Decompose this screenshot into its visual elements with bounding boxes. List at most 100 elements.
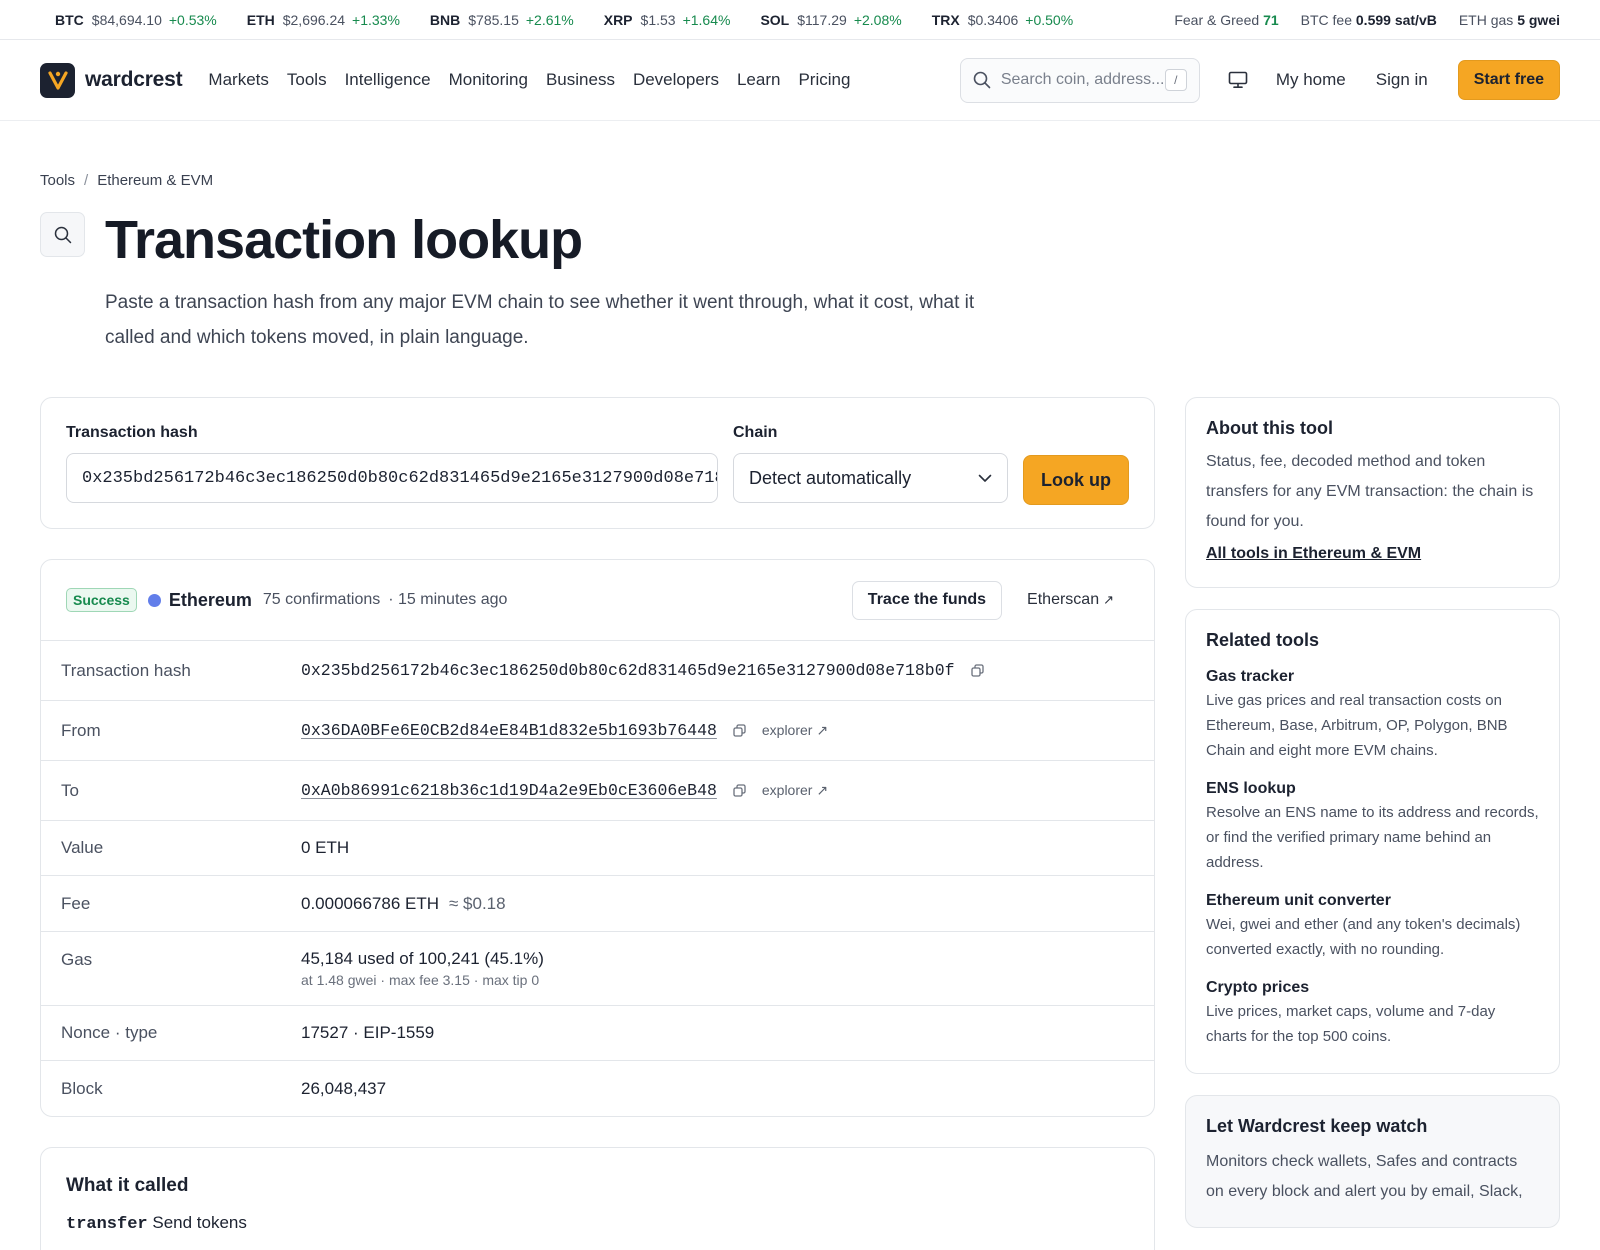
ticker-item-bnb[interactable]: BNB $785.15 +2.61%	[430, 12, 574, 28]
brand-name: wardcrest	[85, 68, 183, 91]
ticker-symbol: XRP	[603, 11, 633, 28]
ticker-item-sol[interactable]: SOL $117.29 +2.08%	[760, 12, 901, 28]
breadcrumb-tools[interactable]: Tools	[40, 172, 75, 189]
transaction-result: Success Ethereum 75 confirmations · 15 m…	[40, 559, 1155, 1117]
look-up-button[interactable]: Look up	[1023, 455, 1129, 505]
search-input[interactable]	[1000, 71, 1165, 89]
sidebar: About this tool Status, fee, decoded met…	[1185, 397, 1560, 1250]
search-icon	[973, 71, 991, 89]
to-explorer-link[interactable]: explorer ↗	[762, 782, 828, 799]
etherscan-label: Etherscan	[1027, 591, 1100, 608]
tool-description: Resolve an ENS name to its address and r…	[1206, 804, 1539, 871]
ticker-symbol: BTC	[55, 11, 84, 28]
site-header: wardcrest Markets Tools Intelligence Mon…	[0, 40, 1600, 121]
btc-fee-label: BTC fee	[1300, 11, 1352, 28]
ticker-symbol: BNB	[429, 11, 461, 28]
site-search[interactable]: /	[959, 57, 1200, 103]
detail-label: Value	[61, 838, 104, 857]
nav-markets[interactable]: Markets	[208, 70, 268, 90]
nav-tools[interactable]: Tools	[287, 70, 327, 90]
ticker-change: +2.61%	[525, 11, 574, 28]
detail-row-nonce: Nonce · type 17527 · EIP-1559	[41, 1006, 1154, 1061]
nav-intelligence[interactable]: Intelligence	[345, 70, 431, 90]
about-text: Status, fee, decoded method and token tr…	[1206, 453, 1534, 530]
called-method: transfer Send tokens	[66, 1213, 1129, 1234]
explorer-label: explorer	[761, 782, 813, 798]
detail-row-value: Value 0 ETH	[41, 821, 1154, 876]
chain-label: Chain	[733, 424, 778, 441]
ticker-price: $117.29	[797, 11, 847, 28]
related-tool-unit-converter[interactable]: Ethereum unit converter Wei, gwei and et…	[1206, 892, 1539, 962]
gas-detail: at 1.48 gwei · max fee 3.15 · max tip 0	[301, 972, 540, 988]
fear-greed-label: Fear & Greed	[1174, 11, 1260, 28]
chain-select[interactable]: Detect automatically	[733, 453, 1008, 503]
related-title: Related tools	[1206, 630, 1320, 650]
btc-fee-value: 0.599 sat/vB	[1355, 11, 1437, 28]
ticker-change: +0.50%	[1025, 11, 1074, 28]
ticker-item-xrp[interactable]: XRP $1.53 +1.64%	[604, 12, 731, 28]
fear-greed-stat: Fear & Greed 71	[1174, 12, 1278, 28]
start-free-button[interactable]: Start free	[1457, 60, 1560, 100]
tool-description: Live prices, market caps, volume and 7-d…	[1206, 1003, 1496, 1045]
eth-gas-value: 5 gwei	[1517, 11, 1560, 28]
trace-funds-button[interactable]: Trace the funds	[851, 580, 1003, 620]
detail-label: Transaction hash	[61, 660, 191, 680]
nav-learn[interactable]: Learn	[737, 70, 780, 90]
eth-gas-label: ETH gas	[1458, 11, 1514, 28]
tool-name: Crypto prices	[1206, 979, 1310, 996]
transaction-hash-value: 0x235bd256172b46c3ec186250d0b80c62d83146…	[301, 661, 955, 680]
hash-field-group: Transaction hash 0x235bd256172b46c3ec186…	[66, 424, 718, 528]
detail-label: Block	[61, 1078, 103, 1098]
brand-logo[interactable]: wardcrest	[40, 62, 183, 98]
method-name: transfer	[66, 1215, 148, 1234]
to-address-link[interactable]: 0xA0b86991c6218b36c1d19D4a2e9Eb0cE3606eB…	[301, 781, 717, 800]
tool-description: Wei, gwei and ether (and any token's dec…	[1206, 916, 1521, 958]
nav-developers[interactable]: Developers	[633, 70, 719, 90]
related-tool-gas-tracker[interactable]: Gas tracker Live gas prices and real tra…	[1206, 668, 1539, 763]
ticker-change: +1.33%	[352, 11, 400, 28]
related-tool-crypto-prices[interactable]: Crypto prices Live prices, market caps, …	[1206, 979, 1539, 1049]
hash-input[interactable]: 0x235bd256172b46c3ec186250d0b80c62d83146…	[66, 453, 718, 503]
nav-pricing[interactable]: Pricing	[798, 70, 850, 90]
page-title-row: Transaction lookup	[40, 209, 1560, 271]
what-it-called-card: What it called transfer Send tokens	[40, 1147, 1155, 1250]
display-toggle-button[interactable]	[1218, 60, 1258, 100]
explorer-label: explorer	[761, 722, 813, 738]
detail-row-hash: Transaction hash 0x235bd256172b46c3ec186…	[41, 641, 1154, 701]
detail-row-fee: Fee 0.000066786 ETH ≈ $0.18	[41, 876, 1154, 932]
nav-business[interactable]: Business	[546, 70, 615, 90]
time-ago: · 15 minutes ago	[388, 591, 508, 608]
page-title: Transaction lookup	[105, 210, 583, 270]
external-link-icon: ↗	[1103, 592, 1114, 607]
ticker-item-eth[interactable]: ETH $2,696.24 +1.33%	[247, 12, 400, 28]
sign-in-link[interactable]: Sign in	[1376, 70, 1428, 90]
detail-row-to: To 0xA0b86991c6218b36c1d19D4a2e9Eb0cE360…	[41, 761, 1154, 821]
ticker-change: +0.53%	[168, 11, 217, 28]
nonce-type: 17527 · EIP-1559	[301, 1023, 435, 1042]
detail-row-block: Block 26,048,437	[41, 1061, 1154, 1116]
from-explorer-link[interactable]: explorer ↗	[762, 722, 828, 739]
all-tools-link[interactable]: All tools in Ethereum & EVM	[1206, 545, 1421, 563]
my-home-link[interactable]: My home	[1276, 70, 1346, 90]
nav-monitoring[interactable]: Monitoring	[449, 70, 528, 90]
ticker-symbol: TRX	[931, 11, 960, 28]
status-badge: Success	[66, 588, 137, 612]
ticker-change: +2.08%	[853, 11, 902, 28]
etherscan-link[interactable]: Etherscan ↗	[1027, 591, 1114, 609]
from-address-link[interactable]: 0x36DA0BFe6E0CB2d84eE84B1d832e5b1693b764…	[301, 721, 717, 740]
confirmations: 75 confirmations	[262, 591, 381, 608]
ticker-item-trx[interactable]: TRX $0.3406 +0.50%	[932, 12, 1073, 28]
breadcrumb-current[interactable]: Ethereum & EVM	[97, 172, 213, 189]
copy-icon[interactable]	[970, 664, 984, 677]
copy-icon[interactable]	[733, 724, 746, 737]
ticker-price: $0.3406	[967, 11, 1019, 28]
breadcrumb-separator: /	[84, 172, 89, 189]
fear-greed-value: 71	[1263, 11, 1279, 28]
eth-gas-stat: ETH gas 5 gwei	[1459, 12, 1560, 28]
related-tool-ens-lookup[interactable]: ENS lookup Resolve an ENS name to its ad…	[1206, 780, 1539, 875]
ticker-item-btc[interactable]: BTC $84,694.10 +0.53%	[55, 12, 217, 28]
btc-fee-stat: BTC fee 0.599 sat/vB	[1301, 12, 1437, 28]
breadcrumb: Tools / Ethereum & EVM	[40, 172, 1560, 189]
ticker-symbol: ETH	[246, 11, 275, 28]
copy-icon[interactable]	[733, 784, 746, 797]
